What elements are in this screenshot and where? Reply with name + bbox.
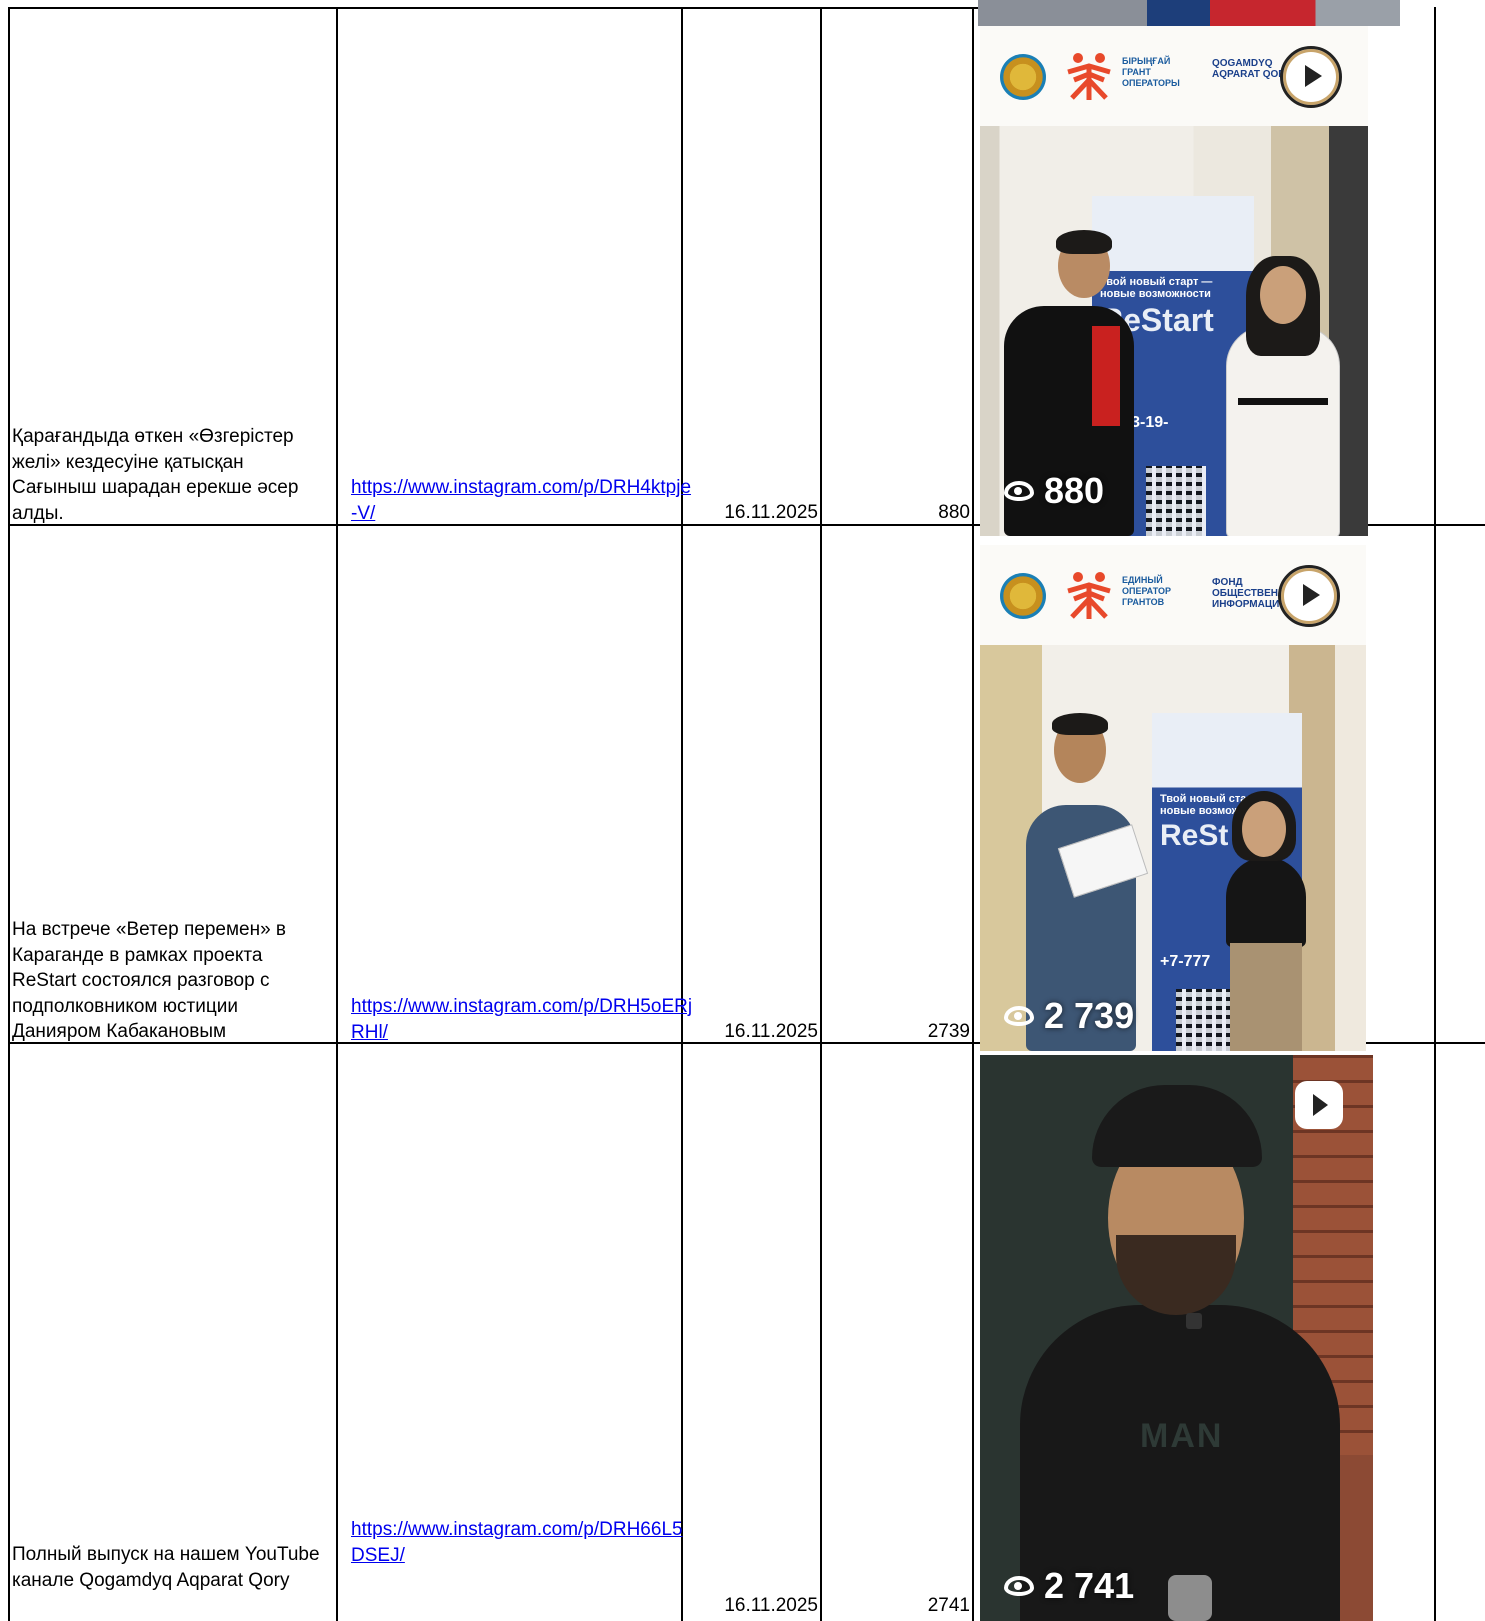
col-divider-4 xyxy=(972,7,974,1621)
col-divider-2 xyxy=(681,7,683,1621)
woman-trousers xyxy=(1230,943,1302,1051)
previous-screenshot-sliver xyxy=(978,0,1400,26)
view-count: 2741 xyxy=(927,1595,970,1616)
col-divider-3 xyxy=(820,7,822,1621)
views-overlay: 880 xyxy=(1004,470,1104,512)
play-icon xyxy=(1280,46,1342,108)
grant-operator-logo-icon xyxy=(1067,53,1111,100)
grant-operator-logo-icon xyxy=(1067,572,1111,619)
col-left-border xyxy=(8,7,10,1621)
microphone-clip xyxy=(1186,1313,1202,1329)
officer-hair xyxy=(1052,713,1108,735)
post-screenshot-2: ЕДИНЫЙ ОПЕРАТОР ГРАНТОВ ФОНД ОБЩЕСТВЕННО… xyxy=(980,545,1366,1051)
post-link[interactable]: https://www.instagram.com/p/DRH4ktpje-V/ xyxy=(351,475,696,526)
row-description: На встрече «Ветер перемен» в Караганде в… xyxy=(12,919,287,1042)
woman-head xyxy=(1242,801,1286,857)
wristwatch xyxy=(1168,1575,1212,1621)
views-overlay-count: 2 741 xyxy=(1044,1565,1135,1606)
shirt-print: MAN xyxy=(1140,1417,1224,1455)
grant-operator-logo-text: ЕДИНЫЙ ОПЕРАТОР ГРАНТОВ xyxy=(1122,575,1172,607)
play-icon xyxy=(1295,1081,1343,1129)
man-hair xyxy=(1056,230,1112,254)
qr-code xyxy=(1146,466,1206,536)
eye-icon xyxy=(1004,1006,1034,1026)
grant-operator-logo-text: БІРЫҢҒАЙ ГРАНТ ОПЕРАТОРЫ xyxy=(1122,56,1180,88)
post-screenshot-3: MAN 2 741 xyxy=(980,1055,1373,1621)
views-overlay-count: 880 xyxy=(1044,470,1105,511)
row-description: Полный выпуск на нашем YouTube канале Qo… xyxy=(12,1544,320,1591)
eye-icon xyxy=(1004,1576,1034,1596)
view-count: 880 xyxy=(938,502,970,523)
views-overlay: 2 739 xyxy=(1004,995,1134,1037)
col-divider-5 xyxy=(1434,7,1436,1621)
play-icon xyxy=(1278,565,1340,627)
banner-subtitle: Твой новый старт — новые возможности xyxy=(1100,276,1213,300)
row-description: Қарағандыда өткен «Өзгерістер желі» кезд… xyxy=(12,426,299,524)
post-date: 16.11.2025 xyxy=(724,1595,818,1616)
qr-code xyxy=(1176,989,1236,1051)
eye-icon xyxy=(1004,481,1034,501)
views-overlay: 2 741 xyxy=(1004,1565,1134,1607)
kazakhstan-emblem-icon xyxy=(1000,54,1046,100)
view-count: 2739 xyxy=(927,1021,970,1042)
woman-belt xyxy=(1238,398,1328,405)
red-shirt xyxy=(1092,326,1120,426)
post-screenshot-1: БІРЫҢҒАЙ ГРАНТ ОПЕРАТОРЫ QOGAMDYQ AQPARA… xyxy=(980,26,1368,536)
post-link[interactable]: https://www.instagram.com/p/DRH66L5DSEJ/ xyxy=(351,1517,696,1568)
col-divider-1 xyxy=(336,7,338,1621)
woman-in-black-top xyxy=(1226,857,1306,947)
post-date: 16.11.2025 xyxy=(724,1021,818,1042)
woman-in-white-blouse xyxy=(1226,326,1340,536)
post-date: 16.11.2025 xyxy=(724,502,818,523)
kazakhstan-emblem-icon xyxy=(1000,573,1046,619)
views-overlay-count: 2 739 xyxy=(1044,995,1135,1036)
woman-head xyxy=(1260,266,1306,324)
post-link[interactable]: https://www.instagram.com/p/DRH5oERjRHl/ xyxy=(351,994,696,1045)
